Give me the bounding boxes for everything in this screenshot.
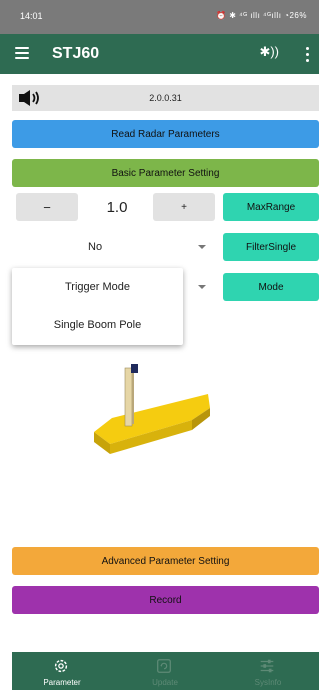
nav-label-parameter: Parameter bbox=[43, 678, 81, 687]
range-value: 1.0 bbox=[106, 199, 128, 216]
radar-head bbox=[131, 364, 138, 373]
firmware-version: 2.0.0.31 bbox=[149, 93, 182, 103]
device-info-row: 2.0.0.31 bbox=[12, 85, 319, 111]
basic-parameter-setting-button[interactable]: Basic Parameter Setting bbox=[12, 159, 319, 187]
read-radar-parameters-button[interactable]: Read Radar Parameters bbox=[12, 120, 319, 148]
range-increment-button[interactable]: + bbox=[153, 193, 215, 221]
update-icon bbox=[157, 659, 171, 673]
app-bar: STJ60 ✱)) bbox=[0, 34, 319, 74]
nav-label-sysinfo: SysInfo bbox=[254, 678, 282, 687]
nav-item-update[interactable]: Update bbox=[115, 652, 215, 690]
advanced-parameter-setting-button[interactable]: Advanced Parameter Setting bbox=[12, 547, 319, 575]
range-decrement-button[interactable]: − bbox=[16, 193, 78, 221]
filter-single-button[interactable]: FilterSingle bbox=[223, 233, 319, 261]
status-indicators: ⏰ ✱ ⁴ᴳ ıllı ⁴ᴳıllı ◔26% bbox=[216, 11, 307, 20]
dropdown-arrow-icon bbox=[198, 285, 206, 289]
nav-item-parameter[interactable]: Parameter bbox=[12, 652, 112, 690]
sliders-icon bbox=[260, 659, 274, 673]
filter-selected-value: No bbox=[88, 241, 103, 253]
nav-item-sysinfo[interactable]: SysInfo bbox=[218, 652, 318, 690]
record-button[interactable]: Record bbox=[12, 586, 319, 614]
menu-item-trigger-mode[interactable]: Trigger Mode bbox=[12, 268, 183, 306]
barrier-pole-shade bbox=[132, 370, 134, 424]
mode-dropdown-menu: Trigger Mode Single Boom Pole bbox=[12, 268, 183, 345]
bottom-navigation: Parameter Update SysInfo bbox=[12, 652, 319, 690]
app-title: STJ60 bbox=[52, 45, 100, 62]
gear-icon bbox=[54, 659, 68, 673]
status-bar: 14:01 ⏰ ✱ ⁴ᴳ ıllı ⁴ᴳıllı ◔26% bbox=[0, 0, 319, 34]
hamburger-menu-icon[interactable] bbox=[15, 47, 29, 59]
filter-single-select[interactable]: No bbox=[16, 233, 214, 261]
nav-label-update: Update bbox=[152, 678, 178, 687]
status-time: 14:01 bbox=[20, 11, 43, 21]
mode-button[interactable]: Mode bbox=[223, 273, 319, 301]
max-range-button[interactable]: MaxRange bbox=[223, 193, 319, 221]
menu-item-single-boom-pole[interactable]: Single Boom Pole bbox=[12, 306, 183, 344]
more-vertical-icon[interactable] bbox=[302, 44, 312, 64]
barrier-gate-illustration bbox=[94, 364, 210, 454]
dropdown-arrow-icon bbox=[198, 245, 206, 249]
barrier-pole bbox=[124, 367, 133, 427]
bluetooth-connected-icon[interactable]: ✱)) bbox=[259, 44, 279, 60]
